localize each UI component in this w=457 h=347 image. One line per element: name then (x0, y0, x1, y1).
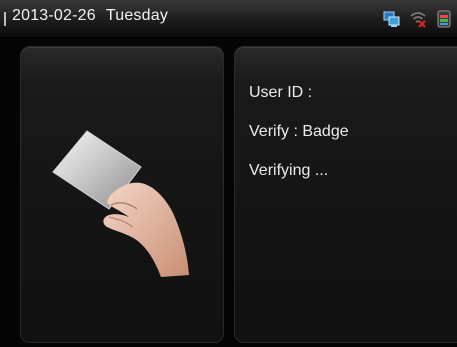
date-time-display: 2013-02-26 Tuesday (12, 7, 178, 25)
wifi-disconnected-icon (410, 12, 426, 28)
status-icons (383, 9, 453, 29)
verification-status: Verifying ... (249, 162, 329, 179)
status-bar-edge (4, 12, 6, 26)
user-id-label: User ID : (249, 84, 313, 101)
verify-method-label: Verify : Badge (249, 123, 349, 140)
illustration-panel (20, 46, 224, 343)
status-bar: 2013-02-26 Tuesday (0, 0, 457, 38)
battery-icon (437, 10, 451, 28)
date-text: 2013-02-26 (12, 7, 96, 24)
hand-holding-card-icon (52, 130, 189, 277)
weekday-text: Tuesday (105, 7, 169, 24)
verification-panel: User ID : Verify : Badge Verifying ... (234, 46, 457, 343)
network-icon (383, 11, 400, 27)
